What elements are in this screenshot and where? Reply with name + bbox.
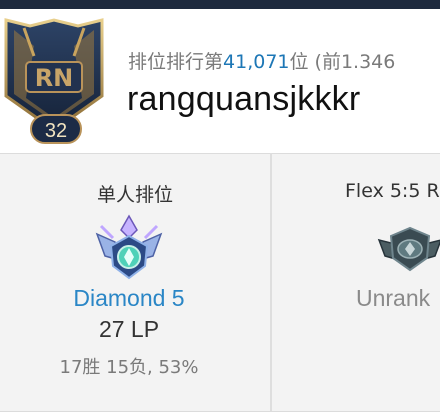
solo-tier-name: Diamond 5	[73, 285, 185, 311]
diamond-tier-icon	[93, 212, 165, 287]
flex-queue-card[interactable]: Flex 5:5 R Unrank	[272, 154, 440, 412]
rank-number: 41,071	[223, 51, 290, 73]
queue-title: Flex 5:5 R	[345, 180, 440, 202]
rank-prefix: 排位排行第	[128, 51, 224, 73]
league-points: 27 LP	[98, 316, 160, 342]
queue-title: 单人排位	[96, 184, 173, 206]
top-app-bar	[0, 0, 440, 9]
summoner-name: rangquansjkkkr	[127, 80, 361, 118]
rank-suffix: 位 (前1.346	[289, 51, 396, 73]
panel-divider	[270, 153, 272, 411]
ranked-panels: 单人排位 Diamond 5 27 LP 17胜 15负, 53% Flex 5…	[0, 153, 440, 412]
win-loss-record: 17胜 15负, 53%	[59, 357, 199, 378]
svg-text:RN: RN	[35, 64, 74, 92]
ladder-rank-text: 排位排行第41,071位 (前1.346	[128, 47, 395, 74]
solo-queue-card[interactable]: 单人排位 Diamond 5 27 LP 17胜 15负, 53%	[0, 154, 270, 412]
flex-tier-name: Unrank	[356, 285, 431, 311]
summoner-level-badge: 32	[30, 114, 82, 144]
unranked-tier-icon	[377, 222, 440, 277]
